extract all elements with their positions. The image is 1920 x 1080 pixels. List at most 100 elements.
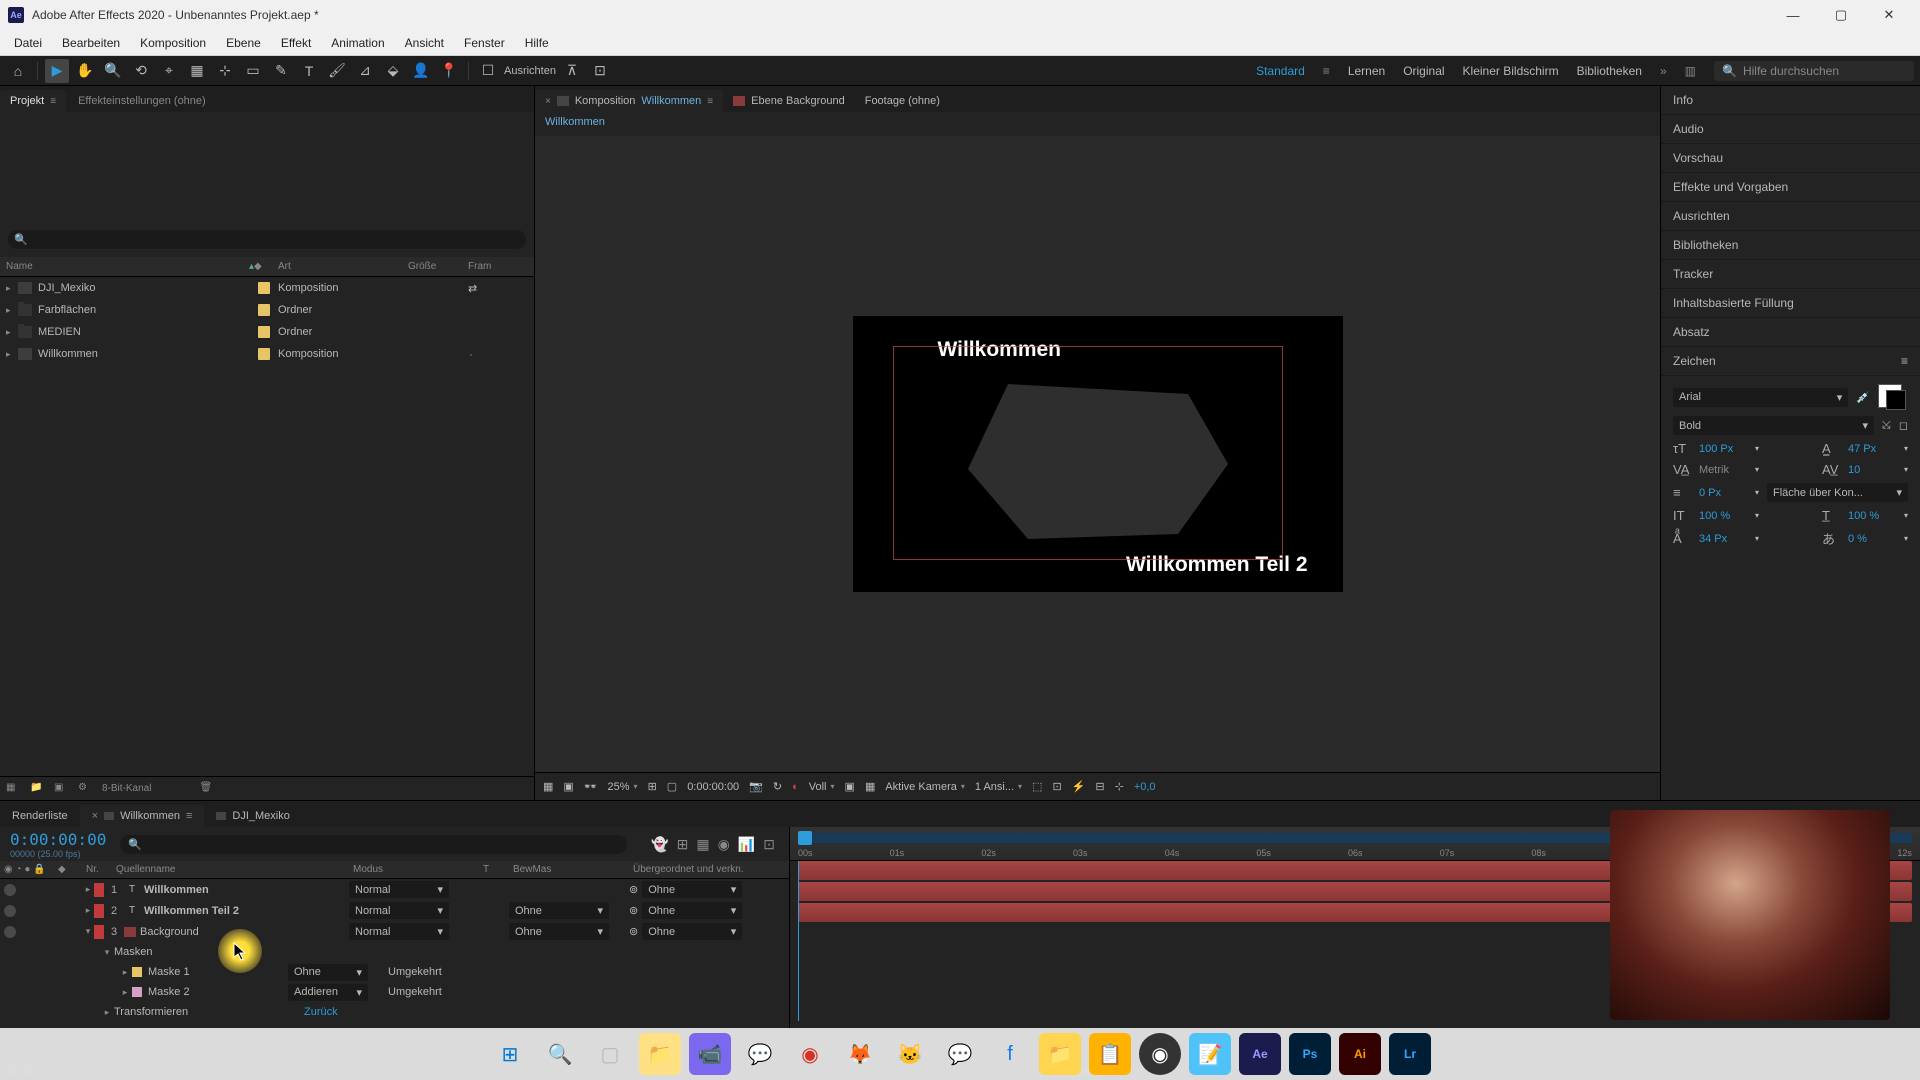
stroke-width-input[interactable]: 0 Px xyxy=(1699,487,1747,499)
comp-flowchart[interactable]: Willkommen xyxy=(535,112,1660,136)
trkmat-dropdown[interactable]: Ohne▾ xyxy=(509,902,609,919)
draft3d-icon[interactable]: ⊞ xyxy=(677,836,689,853)
taskbar-app[interactable]: 📝 xyxy=(1189,1033,1231,1075)
parent-dropdown[interactable]: Ohne▾ xyxy=(642,881,742,898)
header-av[interactable]: ◉ ◔ ● 🔒 xyxy=(0,864,54,875)
header-trk[interactable]: BewMas xyxy=(509,864,629,875)
settings-icon[interactable]: ⚙ xyxy=(78,782,94,796)
parent-dropdown[interactable]: Ohne▾ xyxy=(642,902,742,919)
taskbar-photoshop[interactable]: Ps xyxy=(1289,1033,1331,1075)
playhead[interactable] xyxy=(798,831,812,845)
visibility-toggle[interactable] xyxy=(4,926,16,938)
alpha-icon[interactable]: ▦ xyxy=(543,780,553,793)
tab-timeline-willkommen[interactable]: × Willkommen ≡ xyxy=(80,805,205,827)
close-icon[interactable]: × xyxy=(92,810,98,822)
taskbar-lightroom[interactable]: Lr xyxy=(1389,1033,1431,1075)
menu-komposition[interactable]: Komposition xyxy=(130,32,216,54)
workspace-bibl[interactable]: Bibliotheken xyxy=(1577,64,1642,78)
roi-icon[interactable]: ▣ xyxy=(845,780,855,793)
puppet-tool[interactable]: 📍 xyxy=(437,59,461,83)
comp-tab-active[interactable]: × Komposition Willkommen ≡ xyxy=(535,90,723,112)
label-color[interactable] xyxy=(94,925,104,939)
col-name[interactable]: Name xyxy=(6,261,33,272)
parent-dropdown[interactable]: Ohne▾ xyxy=(642,923,742,940)
close-icon[interactable]: × xyxy=(545,96,551,107)
taskbar-app[interactable]: 📹 xyxy=(689,1033,731,1075)
kerning-input[interactable]: Metrik xyxy=(1699,464,1747,476)
eyedropper-icon[interactable]: 💉 xyxy=(1856,391,1870,404)
trash-icon[interactable]: 🗑 xyxy=(199,782,215,796)
layer-row[interactable]: ▸ 2 T Willkommen Teil 2 Normal▾ Ohne▾ ⊚O… xyxy=(0,900,789,921)
item-action-icon[interactable]: ⇄ xyxy=(468,282,528,295)
panel-libraries[interactable]: Bibliotheken xyxy=(1661,231,1920,260)
tab-timeline-dji[interactable]: DJI_Mexiko xyxy=(204,805,301,827)
menu-datei[interactable]: Datei xyxy=(4,32,52,54)
panel-align[interactable]: Ausrichten xyxy=(1661,202,1920,231)
resolution-dropdown[interactable]: Voll▾ xyxy=(809,781,835,793)
taskbar-search[interactable]: 🔍 xyxy=(539,1033,581,1075)
workspace-standard[interactable]: Standard xyxy=(1256,64,1305,78)
tab-renderlist[interactable]: Renderliste xyxy=(0,805,80,827)
snap-opt1-icon[interactable]: ⊼ xyxy=(560,59,584,83)
twirl-icon[interactable]: ▸ xyxy=(6,327,18,338)
label-swatch[interactable] xyxy=(258,304,270,316)
tab-effect-controls[interactable]: Effekteinstellungen (ohne) xyxy=(68,90,216,112)
mask-path[interactable] xyxy=(958,374,1238,544)
twirl-icon[interactable]: ▸ xyxy=(118,987,132,998)
taskbar-whatsapp[interactable]: 💬 xyxy=(739,1033,781,1075)
panel-menu-icon[interactable]: ≡ xyxy=(186,810,192,822)
footage-tab[interactable]: Footage (ohne) xyxy=(855,90,950,112)
font-size-input[interactable]: 100 Px xyxy=(1699,443,1747,455)
stroke-swatch[interactable] xyxy=(1886,390,1906,410)
twirl-icon[interactable]: ▾ xyxy=(82,926,94,937)
rotate-tool[interactable]: ⌖ xyxy=(157,59,181,83)
twirl-icon[interactable]: ▸ xyxy=(6,283,18,294)
taskbar-explorer[interactable]: 📁 xyxy=(639,1033,681,1075)
mask-icon[interactable]: 👓 xyxy=(584,780,598,793)
panel-info[interactable]: Info xyxy=(1661,86,1920,115)
flowchart-icon[interactable]: ⊹ xyxy=(1115,780,1124,793)
twirl-icon[interactable]: ▸ xyxy=(6,305,18,316)
new-folder-icon[interactable]: 📁 xyxy=(30,782,46,796)
twirl-icon[interactable]: ▸ xyxy=(100,1007,114,1018)
fast-preview-icon[interactable]: ⚡ xyxy=(1072,780,1086,793)
taskbar-messenger[interactable]: 💬 xyxy=(939,1033,981,1075)
show-snapshot-icon[interactable]: ↻ xyxy=(773,780,782,793)
menu-fenster[interactable]: Fenster xyxy=(454,32,515,54)
twirl-icon[interactable]: ▸ xyxy=(118,967,132,978)
snapshot-icon[interactable]: 📷 xyxy=(749,780,763,793)
views-dropdown[interactable]: 1 Ansi...▾ xyxy=(975,781,1022,793)
workspace-switcher-icon[interactable]: ▥ xyxy=(1685,64,1696,78)
taskbar-obs[interactable]: ◉ xyxy=(1139,1033,1181,1075)
shy-icon[interactable]: 👻 xyxy=(651,836,668,853)
workspace-lernen[interactable]: Lernen xyxy=(1348,64,1385,78)
label-swatch[interactable] xyxy=(258,326,270,338)
taskbar-aftereffects[interactable]: Ae xyxy=(1239,1033,1281,1075)
timeline-search[interactable]: 🔍 xyxy=(120,835,627,854)
mask-row[interactable]: ▸ Maske 1 Ohne▾ Umgekehrt xyxy=(0,962,789,982)
taskbar-app[interactable]: 🐱 xyxy=(889,1033,931,1075)
header-mode[interactable]: Modus xyxy=(349,864,479,875)
panel-tracker[interactable]: Tracker xyxy=(1661,260,1920,289)
project-item[interactable]: ▸ DJI_Mexiko Komposition ⇄ xyxy=(0,277,534,299)
brainstorm-icon[interactable]: ⊡ xyxy=(763,836,775,853)
project-item[interactable]: ▸ Farbflächen Ordner xyxy=(0,299,534,321)
menu-animation[interactable]: Animation xyxy=(321,32,394,54)
pickwhip-icon[interactable]: ⊚ xyxy=(629,883,638,896)
bit-depth[interactable]: 8-Bit-Kanal xyxy=(102,783,151,794)
close-button[interactable]: ✕ xyxy=(1866,0,1912,30)
workspace-klein[interactable]: Kleiner Bildschirm xyxy=(1463,64,1559,78)
taskbar-app[interactable]: ◉ xyxy=(789,1033,831,1075)
draft-icon[interactable]: ⊡ xyxy=(1052,780,1061,793)
label-color[interactable] xyxy=(94,883,104,897)
label-swatch[interactable] xyxy=(258,348,270,360)
header-parent[interactable]: Übergeordnet und verkn. xyxy=(629,864,789,875)
zoom-dropdown[interactable]: 25%▾ xyxy=(608,781,638,793)
panel-effects[interactable]: Effekte und Vorgaben xyxy=(1661,173,1920,202)
panel-content-aware[interactable]: Inhaltsbasierte Füllung xyxy=(1661,289,1920,318)
header-t[interactable]: T xyxy=(479,864,509,875)
twirl-icon[interactable]: ▸ xyxy=(82,905,94,916)
interpret-icon[interactable]: ▦ xyxy=(6,782,22,796)
font-weight-dropdown[interactable]: Bold▾ xyxy=(1673,416,1874,435)
panel-audio[interactable]: Audio xyxy=(1661,115,1920,144)
